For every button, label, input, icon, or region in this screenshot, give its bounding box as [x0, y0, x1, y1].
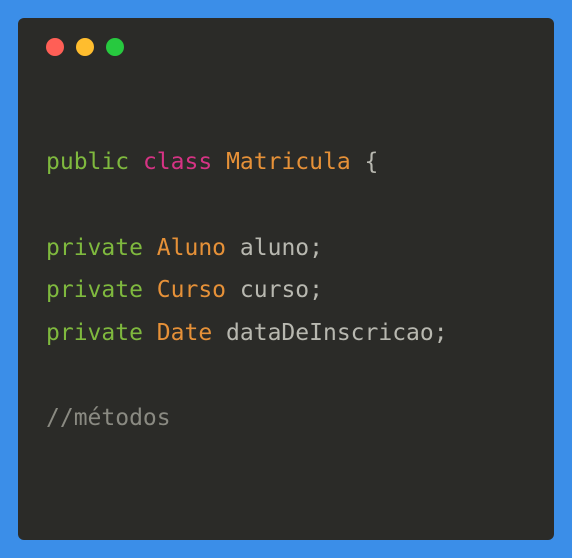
open-brace: { [351, 149, 379, 175]
keyword-private: private [46, 320, 143, 346]
code-line-field: private Curso curso; [46, 269, 526, 312]
window-title-bar [46, 38, 526, 56]
keyword-private: private [46, 277, 143, 303]
field-type: Date [157, 320, 212, 346]
field-type: Aluno [157, 235, 226, 261]
close-icon[interactable] [46, 38, 64, 56]
class-name: Matricula [226, 149, 351, 175]
blank-line [46, 184, 526, 227]
code-block: public class Matricula { private Aluno a… [46, 141, 526, 440]
comment-text: //métodos [46, 405, 171, 431]
code-line-field: private Date dataDeInscricao; [46, 312, 526, 355]
keyword-private: private [46, 235, 143, 261]
code-line-comment: //métodos [46, 397, 526, 440]
semicolon: ; [309, 235, 323, 261]
code-line-class-decl: public class Matricula { [46, 141, 526, 184]
field-name: dataDeInscricao [226, 320, 434, 346]
field-name: curso [240, 277, 309, 303]
blank-line [46, 354, 526, 397]
keyword-class: class [143, 149, 212, 175]
field-name: aluno [240, 235, 309, 261]
maximize-icon[interactable] [106, 38, 124, 56]
keyword-public: public [46, 149, 129, 175]
field-type: Curso [157, 277, 226, 303]
semicolon: ; [309, 277, 323, 303]
semicolon: ; [434, 320, 448, 346]
minimize-icon[interactable] [76, 38, 94, 56]
code-line-field: private Aluno aluno; [46, 227, 526, 270]
code-window: public class Matricula { private Aluno a… [18, 18, 554, 540]
